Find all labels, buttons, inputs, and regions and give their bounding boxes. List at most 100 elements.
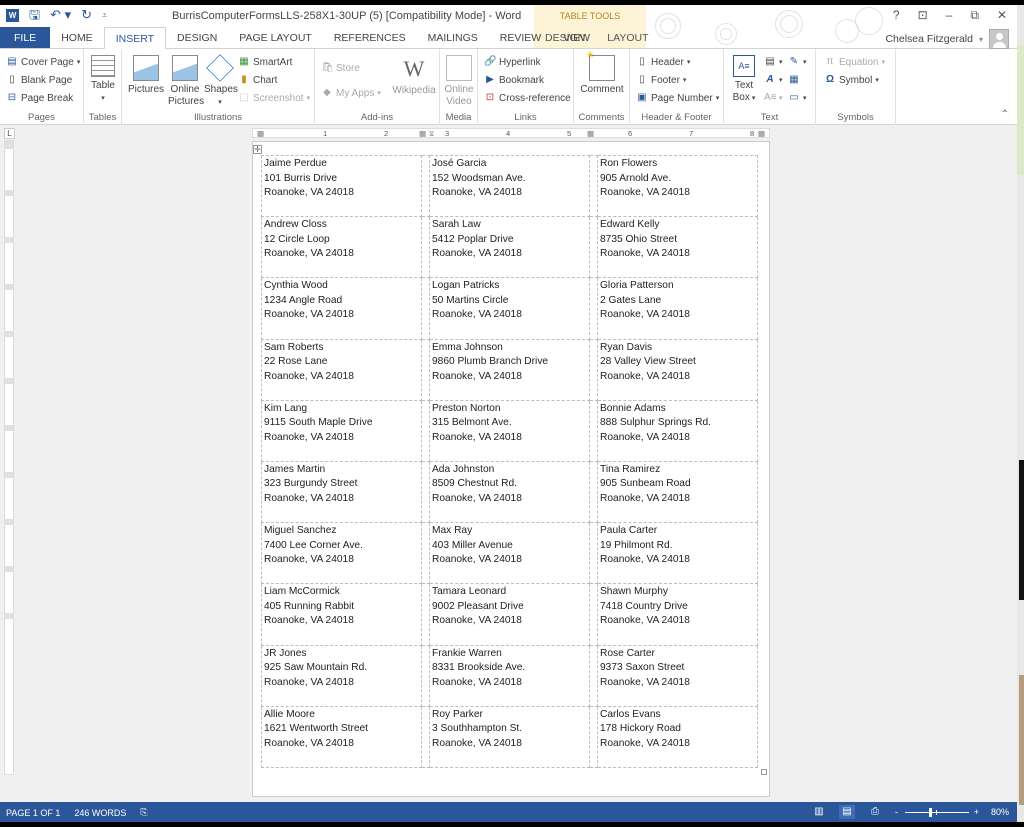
web-layout-icon[interactable]: ⎙ [867,805,883,819]
tab-table-design[interactable]: DESIGN [534,27,596,49]
label-cell[interactable]: Preston Norton 315 Belmont Ave. Roanoke, V… [429,399,590,462]
word-app-icon[interactable]: W [6,8,19,22]
horizontal-ruler[interactable]: ▦ 1 2 ▦ ⧖ 3 4 5 ▦ 6 7 8 ▦ [252,128,770,138]
text-box-button[interactable]: A≡ Text Box ▾ [728,55,760,105]
label-cell[interactable]: Logan Patricks 50 Martins Circle Roanoke, … [429,277,590,340]
document-page[interactable]: ✛ Jaime Perdue 101 Burris Drive Roanoke, V… [252,141,770,797]
table-button[interactable]: Table ▾ [88,55,118,105]
user-account[interactable]: Chelsea Fitzgerald ▾ [885,29,1009,49]
avatar[interactable] [989,29,1009,49]
chart-button[interactable]: ▮ Chart [238,74,277,86]
page-number-button[interactable]: ▣ Page Number ▾ [636,92,719,104]
label-cell[interactable]: Jaime Perdue 101 Burris Drive Roanoke, VA … [261,154,422,218]
column-marker[interactable]: ▦ [419,129,426,138]
label-cell[interactable]: Andrew Closs 12 Circle Loop Roanoke, VA 24… [261,216,422,279]
page-count[interactable]: PAGE 1 OF 1 [6,808,60,818]
label-cell[interactable]: Sam Roberts 22 Rose Lane Roanoke, VA 24018 [261,338,422,401]
label-cell[interactable]: Paula Carter 19 Philmont Rd. Roanoke, VA 2… [597,522,758,585]
tab-table-layout[interactable]: LAYOUT [596,27,659,49]
label-cell[interactable]: Rose Carter 9373 Saxon Street Roanoke, VA … [597,644,758,707]
column-marker[interactable]: ▦ [587,129,594,138]
label-cell[interactable]: Cynthia Wood 1234 Angle Road Roanoke, VA 2… [261,277,422,340]
comment-button[interactable]: ✳ Comment [578,50,626,96]
label-cell[interactable]: Tamara Leonard 9002 Pleasant Drive Roanoke… [429,583,590,646]
signature-line-button[interactable]: ✎ ▾ [788,56,807,68]
equation-button[interactable]: π Equation ▾ [824,56,885,68]
smartart-button[interactable]: ▦ SmartArt [238,56,292,68]
screenshot-button[interactable]: ⬚ Screenshot ▾ [238,92,310,104]
tab-insert[interactable]: INSERT [103,27,167,50]
quick-parts-button[interactable]: ▤ ▾ [764,56,782,68]
label-cell[interactable]: Liam McCormick 405 Running Rabbit Roanoke,… [261,583,422,646]
close-icon[interactable]: ✕ [997,8,1007,23]
store-button[interactable]: 🛍 Store [321,62,360,74]
print-layout-icon[interactable]: ▤ [838,805,855,819]
label-cell[interactable]: Shawn Murphy 7418 Country Drive Roanoke, V… [597,583,758,646]
label-cell[interactable]: JR Jones 925 Saw Mountain Rd. Roanoke, VA … [261,644,422,707]
tab-design[interactable]: DESIGN [166,27,228,48]
object-button[interactable]: ▭ ▾ [788,92,806,104]
header-button[interactable]: ▯ Header ▾ [636,56,690,68]
shapes-button[interactable]: Shapes ▾ [204,54,238,109]
label-cell[interactable]: Tina Ramirez 905 Sunbeam Road Roanoke, VA … [597,460,758,524]
undo-icon[interactable]: ↶ ▾ [50,8,71,22]
my-apps-button[interactable]: ◆ My Apps ▾ [321,87,381,99]
label-cell[interactable]: Ryan Davis 28 Valley View Street Roanoke, … [597,338,758,401]
tab-references[interactable]: REFERENCES [323,27,417,48]
proofing-icon[interactable]: ⎘ [140,807,147,818]
hyperlink-button[interactable]: 🔗 Hyperlink [484,56,541,68]
tab-page-layout[interactable]: PAGE LAYOUT [228,27,323,48]
blank-page-button[interactable]: ▯ Blank Page [6,74,72,86]
label-cell[interactable]: Gloria Patterson 2 Gates Lane Roanoke, VA … [597,277,758,340]
zoom-slider-thumb[interactable] [928,808,932,817]
label-cell[interactable]: James Martin 323 Burgundy Street Roanoke, … [261,460,422,524]
save-icon[interactable]: 🖫 [29,8,40,22]
table-move-handle[interactable]: ✛ [253,145,262,154]
ribbon-display-options-icon[interactable]: ⊡ [918,8,928,23]
symbol-button[interactable]: Ω Symbol ▾ [824,74,879,86]
label-cell[interactable]: Emma Johnson 9860 Plumb Branch Drive Roano… [429,338,590,401]
pictures-button[interactable]: Pictures [126,55,166,96]
label-cell[interactable]: Edward Kelly 8735 Ohio Street Roanoke, VA … [597,216,758,279]
label-cell[interactable]: Sarah Law 5412 Poplar Drive Roanoke, VA 24… [429,216,590,279]
label-cell[interactable]: Ada Johnston 8509 Chestnut Rd. Roanoke, VA… [429,460,590,524]
cover-page-button[interactable]: ▤ Cover Page ▾ [6,56,80,68]
cross-reference-button[interactable]: ⊡ Cross-reference [484,92,571,104]
drop-cap-button[interactable]: A≡ ▾ [764,92,783,104]
tab-file[interactable]: FILE [0,27,51,48]
label-cell[interactable]: Max Ray 403 Miller Avenue Roanoke, VA 2401… [429,522,590,585]
zoom-level[interactable]: 80% [991,807,1009,817]
zoom-slider[interactable]: - + [895,805,979,819]
label-cell[interactable]: José Garcia 152 Woodsman Ave. Roanoke, VA … [429,154,590,218]
label-cell[interactable]: Carlos Evans 178 Hickory Road Roanoke, VA … [597,705,758,768]
labels-table[interactable]: Jaime Perdue 101 Burris Drive Roanoke, VA … [261,154,758,768]
label-cell[interactable]: Miguel Sanchez 7400 Lee Corner Ave. Roanok… [261,522,422,585]
label-cell[interactable]: Roy Parker 3 Southhampton St. Roanoke, VA … [429,705,590,768]
read-mode-icon[interactable]: ▥ [811,805,827,819]
restore-icon[interactable]: ⧉ [970,8,979,23]
redo-icon[interactable]: ↻ [81,8,92,22]
tab-selector[interactable]: L [4,128,15,139]
zoom-in-icon[interactable]: + [974,805,979,819]
collapse-ribbon-icon[interactable]: ⌃ [1001,109,1009,120]
online-video-button[interactable]: Online Video [443,55,475,108]
wordart-button[interactable]: A ▾ [764,74,782,86]
word-count[interactable]: 246 WORDS [74,808,126,818]
tab-home[interactable]: HOME [50,27,104,48]
online-pictures-button[interactable]: Online Pictures [168,55,204,108]
label-cell[interactable]: Ron Flowers 905 Arnold Ave. Roanoke, VA 24… [597,154,758,218]
date-time-button[interactable]: ▦ [788,74,800,86]
zoom-out-icon[interactable]: - [895,805,898,819]
page-break-button[interactable]: ⊟ Page Break [6,92,73,104]
label-cell[interactable]: Frankie Warren 8331 Brookside Ave. Roanoke… [429,644,590,707]
label-cell[interactable]: Allie Moore 1621 Wentworth Street Roanoke,… [261,705,422,768]
vertical-ruler[interactable] [4,140,14,775]
label-cell[interactable]: Bonnie Adams 888 Sulphur Springs Rd. Roano… [597,399,758,462]
minimize-icon[interactable]: – [946,8,953,23]
bookmark-button[interactable]: ▶ Bookmark [484,74,544,86]
indent-marker[interactable]: ⧖ [429,129,434,138]
label-cell[interactable]: Kim Lang 9115 South Maple Drive Roanoke, V… [261,399,422,462]
table-resize-handle[interactable] [761,769,767,775]
customize-qat-icon[interactable]: ⩡ [102,8,107,22]
tab-mailings[interactable]: MAILINGS [417,27,489,48]
